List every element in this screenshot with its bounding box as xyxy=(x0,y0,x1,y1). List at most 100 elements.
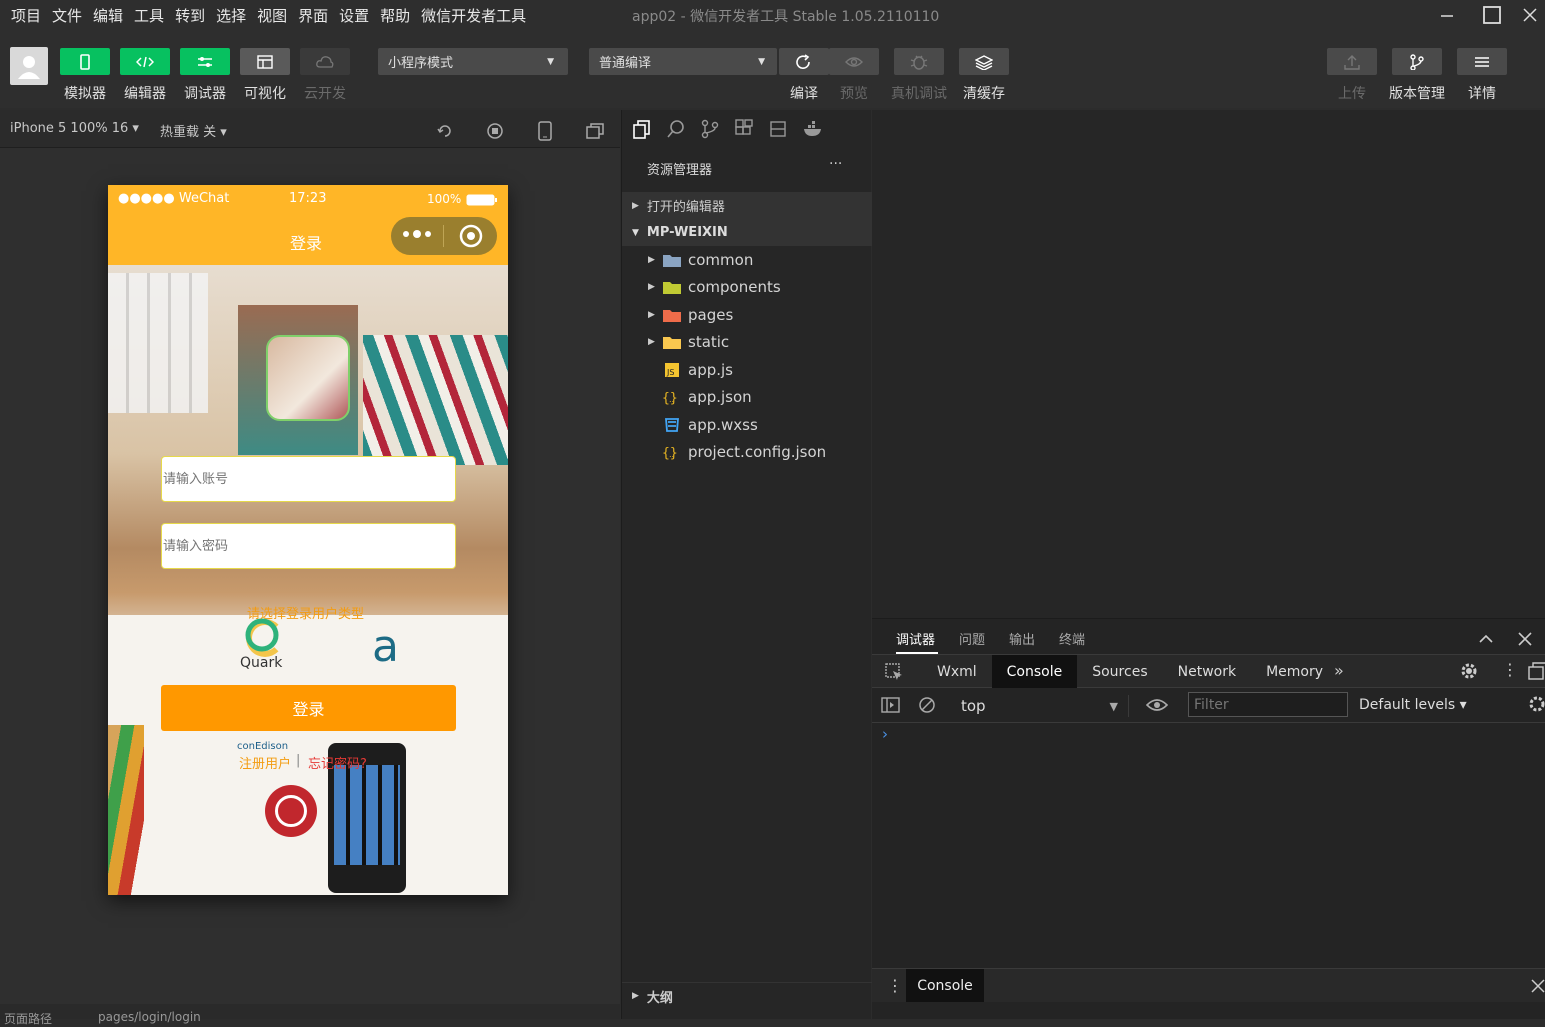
phone-button[interactable] xyxy=(60,48,110,75)
account-input[interactable] xyxy=(161,456,456,502)
sidebar-toggle-icon[interactable] xyxy=(881,696,901,714)
more-actions-icon[interactable]: ··· xyxy=(829,156,842,172)
menu-item[interactable]: 选择 xyxy=(216,5,246,26)
login-button[interactable]: 登录 xyxy=(161,685,456,731)
source-control-icon[interactable] xyxy=(700,119,720,139)
search-icon[interactable] xyxy=(666,119,686,139)
log-levels-select[interactable]: Default levels ▾ xyxy=(1359,697,1467,713)
more-dots-icon[interactable] xyxy=(403,230,431,238)
layers-button[interactable] xyxy=(959,48,1009,75)
dock-side-icon[interactable] xyxy=(1527,661,1545,681)
menu-item[interactable]: 帮助 xyxy=(380,5,410,26)
maximize-button[interactable] xyxy=(1470,0,1514,30)
register-link[interactable]: 注册用户 xyxy=(239,753,291,772)
hotreload-select[interactable]: 热重载 关 ▾ xyxy=(160,121,227,140)
menu-item[interactable]: 工具 xyxy=(134,5,164,26)
cloud-icon xyxy=(316,55,334,68)
toolbar-label: 版本管理 xyxy=(1389,86,1445,102)
menu-item[interactable]: 界面 xyxy=(298,5,328,26)
close-panel-icon[interactable] xyxy=(1518,632,1532,646)
more-tabs-icon[interactable]: » xyxy=(1334,661,1344,680)
open-editors-section[interactable]: ▶ 打开的编辑器 xyxy=(622,192,872,219)
file-tree-item[interactable]: ▶ static xyxy=(622,329,872,357)
phone-frame-icon[interactable] xyxy=(537,121,553,141)
menu-item[interactable]: 编辑 xyxy=(93,5,123,26)
detach-window-icon[interactable] xyxy=(585,122,605,140)
close-drawer-icon[interactable] xyxy=(1531,979,1545,993)
file-tree-item[interactable]: JS app.js xyxy=(622,356,872,384)
extensions-icon[interactable] xyxy=(734,119,754,139)
logo-image xyxy=(266,335,350,421)
settings-gear-icon[interactable] xyxy=(1459,661,1479,681)
file-tree-item[interactable]: {}.. project.config.json xyxy=(622,439,872,467)
phone-simulator: Quark a conEdison ●●●●● WeChat 17:23 100… xyxy=(108,185,508,895)
devtools-tabs: Wxml Console Sources Network Memory xyxy=(922,655,1338,688)
svg-text:JS: JS xyxy=(666,368,674,377)
upload-button[interactable] xyxy=(1327,48,1377,75)
project-section[interactable]: ▼ MP-WEIXIN xyxy=(622,219,872,246)
close-icon xyxy=(1523,8,1537,22)
stop-icon[interactable] xyxy=(486,122,504,140)
docker-icon[interactable] xyxy=(802,119,824,139)
kebab-menu-icon[interactable]: ⋮ xyxy=(1502,660,1518,679)
menu-item[interactable]: 文件 xyxy=(52,5,82,26)
menu-item[interactable]: 项目 xyxy=(11,5,41,26)
forgot-password-link[interactable]: 忘记密码? xyxy=(308,753,367,772)
refresh-button[interactable] xyxy=(779,48,829,75)
outline-section[interactable]: ▶ 大纲 xyxy=(622,982,872,1009)
files-icon[interactable] xyxy=(632,119,652,139)
eye-button[interactable] xyxy=(829,48,879,75)
branch-button[interactable] xyxy=(1392,48,1442,75)
inspect-element-icon[interactable] xyxy=(884,662,904,682)
close-miniprogram-icon[interactable] xyxy=(459,224,483,248)
console-prompt[interactable]: › xyxy=(882,725,888,743)
file-tree-item[interactable]: ▶ pages xyxy=(622,301,872,329)
file-tree-item[interactable]: ▶ common xyxy=(622,246,872,274)
drawer-menu-icon[interactable]: ⋮ xyxy=(887,976,903,995)
devtools-tab-network[interactable]: Network xyxy=(1163,655,1251,688)
file-tree-item[interactable]: {}.. app.json xyxy=(622,384,872,412)
context-select[interactable]: top ▼ xyxy=(949,695,1129,717)
eye-icon[interactable] xyxy=(1146,697,1168,713)
file-tree-item[interactable]: ▶ components xyxy=(622,274,872,302)
code-button[interactable] xyxy=(120,48,170,75)
drawer-console-tab[interactable]: Console xyxy=(906,969,984,1002)
devtools-top-tab[interactable]: 问题 xyxy=(959,629,985,648)
layout-icon xyxy=(257,54,273,69)
console-filter-input[interactable] xyxy=(1188,692,1348,717)
devtools-tab-wxml[interactable]: Wxml xyxy=(922,655,992,688)
compile-select[interactable]: 普通编译 ▼ xyxy=(589,48,777,75)
layout-button[interactable] xyxy=(240,48,290,75)
devtools-tab-memory[interactable]: Memory xyxy=(1251,655,1338,688)
close-window-button[interactable] xyxy=(1515,0,1545,30)
menu-item[interactable]: 转到 xyxy=(175,5,205,26)
toolbar-label: 真机调试 xyxy=(891,86,947,102)
minimize-button[interactable] xyxy=(1425,0,1469,30)
mode-select[interactable]: 小程序模式 ▼ xyxy=(378,48,568,75)
rotate-icon[interactable] xyxy=(436,122,454,140)
devtools-top-tab[interactable]: 终端 xyxy=(1059,629,1085,648)
menu-item[interactable]: 视图 xyxy=(257,5,287,26)
refresh-icon xyxy=(796,53,810,69)
devtools-top-tab[interactable]: 调试器 xyxy=(896,629,935,648)
menu-item[interactable]: 设置 xyxy=(339,5,369,26)
capsule-menu[interactable] xyxy=(391,217,497,255)
console-settings-icon[interactable] xyxy=(1528,695,1545,713)
editor-area xyxy=(872,110,1545,618)
chevron-up-icon[interactable] xyxy=(1478,631,1494,647)
clear-console-icon[interactable] xyxy=(918,696,936,714)
debug-sliders-button[interactable] xyxy=(180,48,230,75)
avatar[interactable] xyxy=(10,47,48,85)
cloud-button[interactable] xyxy=(300,48,350,75)
storage-icon[interactable] xyxy=(768,119,788,139)
devtools-top-tab[interactable]: 输出 xyxy=(1009,629,1035,648)
bug-button[interactable] xyxy=(894,48,944,75)
password-input[interactable] xyxy=(161,523,456,569)
devtools-tab-console[interactable]: Console xyxy=(991,655,1078,688)
file-tree-item[interactable]: app.wxss xyxy=(622,411,872,439)
page-path[interactable]: pages/login/login xyxy=(98,1010,201,1024)
devtools-tab-sources[interactable]: Sources xyxy=(1077,655,1162,688)
device-select[interactable]: iPhone 5 100% 16 ▾ xyxy=(10,121,139,136)
menu-button[interactable] xyxy=(1457,48,1507,75)
menu-item[interactable]: 微信开发者工具 xyxy=(421,5,526,26)
